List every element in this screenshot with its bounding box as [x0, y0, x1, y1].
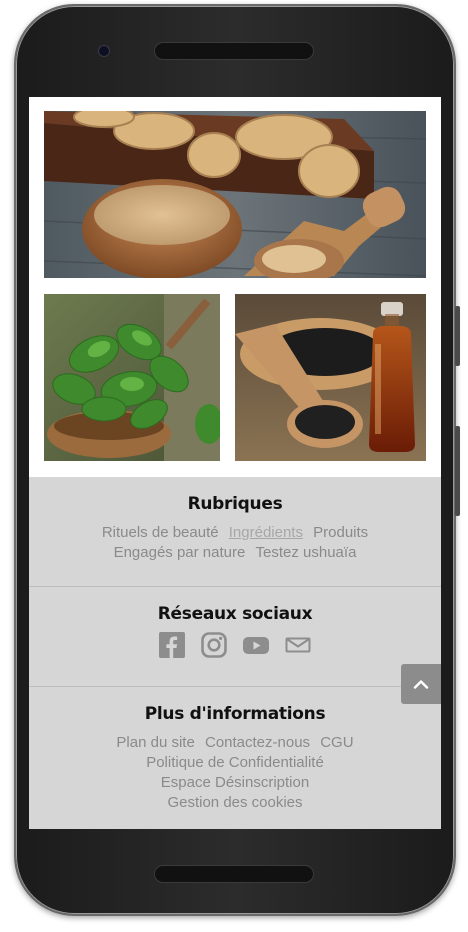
bottom-speaker: [154, 865, 314, 883]
phone-screen: Rubriques Rituels de beauté Ingrédients …: [29, 97, 441, 829]
link-cgu[interactable]: CGU: [320, 734, 353, 751]
rubriques-links: Rituels de beauté Ingrédients Produits E…: [29, 523, 441, 563]
link-engages-par-nature[interactable]: Engagés par nature: [114, 544, 246, 561]
front-camera: [98, 45, 110, 57]
mint-leaves-photo[interactable]: [44, 294, 220, 461]
link-politique-confidentialite[interactable]: Politique de Confidentialité: [146, 754, 324, 771]
footer-social: Réseaux sociaux: [29, 604, 441, 658]
top-speaker: [154, 42, 314, 60]
link-produits[interactable]: Produits: [313, 524, 368, 541]
link-espace-desinscription[interactable]: Espace Désinscription: [161, 774, 309, 791]
social-icons: [29, 632, 441, 658]
footer-divider: [29, 686, 441, 687]
link-contactez-nous[interactable]: Contactez-nous: [205, 734, 310, 751]
link-testez-ushuaia[interactable]: Testez ushuaïa: [256, 544, 357, 561]
facebook-icon[interactable]: [159, 632, 185, 658]
scroll-to-top-button[interactable]: [401, 664, 441, 704]
info-links: Plan du site Contactez-nous CGU Politiqu…: [29, 733, 441, 813]
chevron-up-icon: [413, 680, 429, 689]
info-title: Plus d'informations: [144, 704, 326, 724]
ginger-powder-photo[interactable]: [44, 111, 426, 278]
rubriques-title: Rubriques: [187, 494, 283, 514]
link-rituels-de-beaute[interactable]: Rituels de beauté: [102, 524, 219, 541]
footer-info: Plus d'informations Plan du site Contact…: [29, 704, 441, 813]
link-gestion-cookies[interactable]: Gestion des cookies: [167, 794, 302, 811]
footer-divider: [29, 586, 441, 587]
volume-button: [455, 306, 460, 366]
site-footer: Rubriques Rituels de beauté Ingrédients …: [29, 477, 441, 829]
footer-rubriques: Rubriques Rituels de beauté Ingrédients …: [29, 494, 441, 563]
mail-icon[interactable]: [285, 632, 311, 658]
link-plan-du-site[interactable]: Plan du site: [116, 734, 194, 751]
power-button: [455, 426, 460, 516]
youtube-icon[interactable]: [243, 632, 269, 658]
social-title: Réseaux sociaux: [157, 604, 313, 624]
instagram-icon[interactable]: [201, 632, 227, 658]
link-ingredients[interactable]: Ingrédients: [229, 524, 303, 541]
black-seeds-oil-photo[interactable]: [235, 294, 426, 461]
